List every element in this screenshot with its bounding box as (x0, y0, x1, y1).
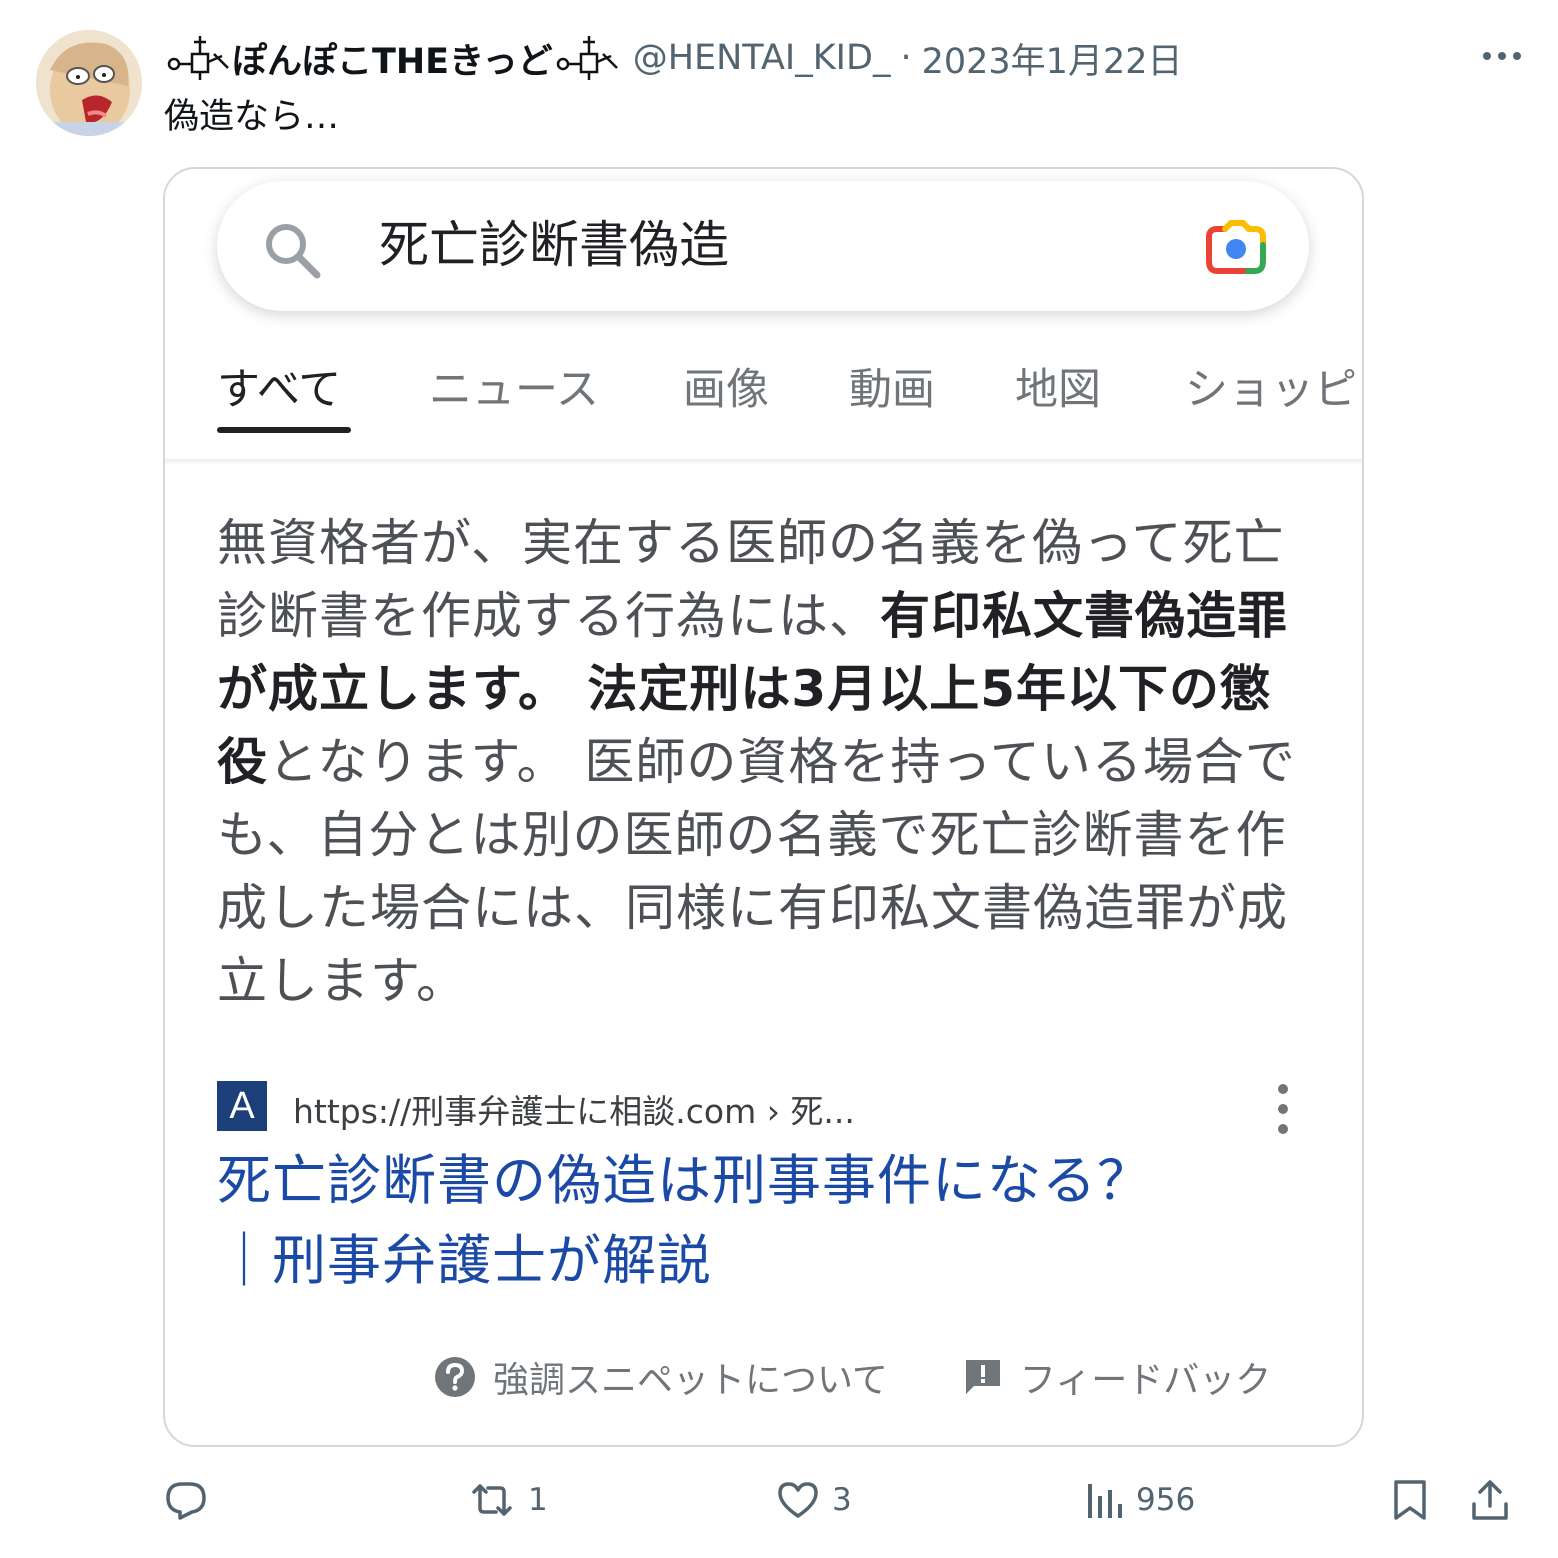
reply-icon (166, 1482, 206, 1520)
reply-button[interactable] (164, 1478, 220, 1522)
featured-snippet-text: 無資格者が、実在する医師の名義を偽って死亡診断書を作成する行為には、有印私文書偽… (217, 507, 1317, 1018)
result-title-line2: ｜刑事弁護士が解説 (217, 1229, 712, 1292)
decoration-emoji-icon (556, 36, 618, 80)
result-title-line1: 死亡診断書の偽造は刑事事件になる？ (217, 1149, 1152, 1212)
tweet-image[interactable]: 死亡診断書偽造 すべて ニュース 画像 動画 地図 ショッピ 無資格者が、実在す… (163, 167, 1364, 1447)
views-count: 956 (1136, 1482, 1196, 1518)
retweet-icon (472, 1484, 512, 1516)
feedback-icon (965, 1360, 1000, 1394)
decoration-emoji-icon (167, 36, 229, 80)
result-source: A https://刑事弁護士に相談.com › 死... (217, 1079, 1307, 1134)
retweet-count: 1 (528, 1482, 548, 1518)
bookmark-button[interactable] (1390, 1478, 1430, 1522)
like-button[interactable]: 3 (776, 1478, 852, 1522)
source-url[interactable]: https://刑事弁護士に相談.com › 死... (293, 1085, 855, 1133)
views-button[interactable]: 956 (1084, 1478, 1195, 1522)
snippet-part2: となります。 医師の資格を持っている場合でも、自分とは別の医師の名義で死亡診断書… (217, 733, 1296, 1010)
tweet-text: 偽造なら… (164, 97, 340, 137)
display-name[interactable]: ぽんぽこTHEきっど (164, 33, 621, 84)
search-icon (266, 224, 321, 279)
avatar-image (36, 30, 142, 136)
feedback-label: フィードバック (1019, 1360, 1272, 1401)
tab-videos[interactable]: 動画 (849, 359, 935, 421)
tab-news[interactable]: ニュース (429, 359, 599, 421)
more-options-button[interactable] (1478, 40, 1526, 72)
user-handle[interactable]: @HENTAI_KID_ (633, 38, 891, 78)
like-icon (778, 1482, 818, 1518)
more-icon (1483, 52, 1521, 60)
tweet-header: ぽんぽこTHEきっど @HENTAI_KID_ · 2023年1月22日 (164, 30, 1183, 86)
bookmark-icon (1394, 1480, 1426, 1520)
snippet-footer: 強調スニペットについて フィードバック (433, 1349, 1271, 1405)
share-button[interactable] (1468, 1478, 1512, 1522)
tabs-divider (165, 459, 1362, 465)
about-snippets-label: 強調スニペットについて (493, 1360, 888, 1401)
google-lens-icon (1206, 220, 1266, 274)
retweet-button[interactable]: 1 (468, 1478, 548, 1522)
header-separator: · (900, 38, 912, 78)
display-name-text: ぽんぽこTHEきっど (232, 41, 553, 82)
search-bar[interactable]: 死亡診断書偽造 (217, 181, 1309, 311)
tab-shopping[interactable]: ショッピ (1185, 359, 1357, 421)
site-favicon: A (217, 1081, 267, 1131)
tweet-date[interactable]: 2023年1月22日 (922, 33, 1183, 84)
like-count: 3 (832, 1482, 852, 1518)
tab-images[interactable]: 画像 (683, 359, 769, 421)
views-icon (1088, 1484, 1122, 1518)
share-icon (1472, 1480, 1508, 1520)
about-snippets-link[interactable]: 強調スニペットについて (433, 1351, 888, 1403)
tab-all[interactable]: すべて (217, 359, 341, 421)
tweet-actions: 1 3 956 (0, 1470, 1558, 1536)
search-query: 死亡診断書偽造 (379, 216, 729, 274)
question-icon (435, 1357, 475, 1397)
feedback-link[interactable]: フィードバック (962, 1351, 1271, 1403)
avatar[interactable] (36, 30, 142, 136)
tab-maps[interactable]: 地図 (1015, 359, 1101, 421)
vertical-dots-icon[interactable] (1273, 1079, 1293, 1141)
active-tab-indicator (217, 427, 351, 433)
result-title-link[interactable]: 死亡診断書の偽造は刑事事件になる？ ｜刑事弁護士が解説 (217, 1141, 1307, 1301)
